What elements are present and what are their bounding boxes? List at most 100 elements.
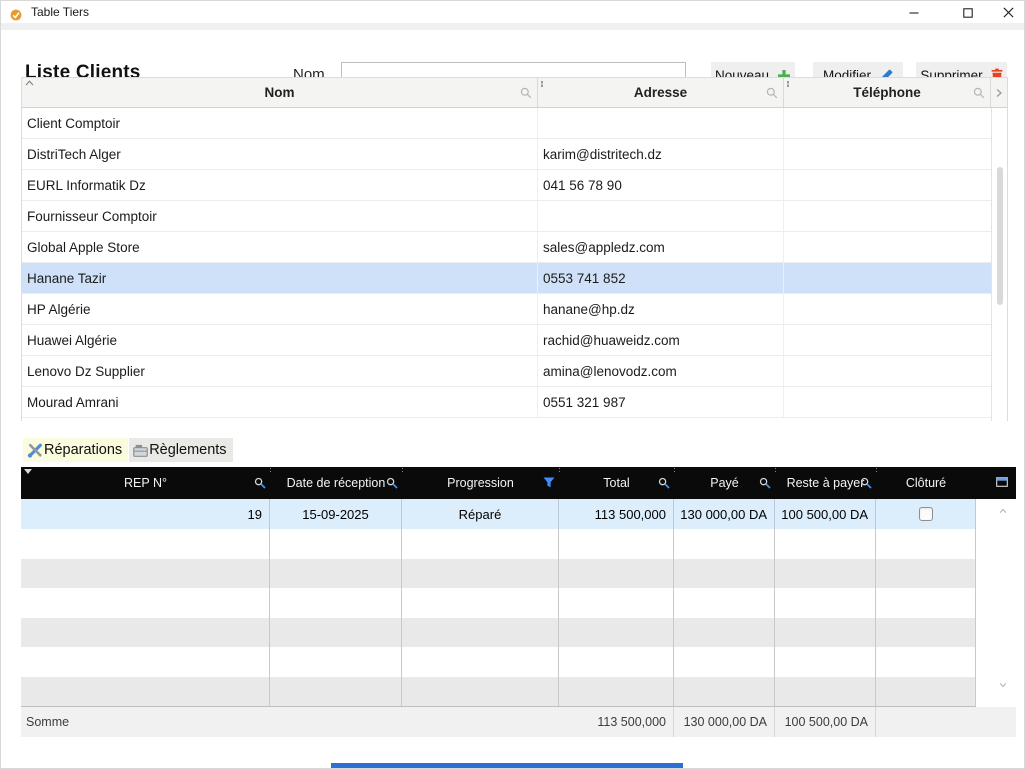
cell-telephone: [784, 325, 992, 355]
column-header-total[interactable]: Total: [559, 467, 674, 499]
minimize-button[interactable]: [897, 1, 931, 23]
toolbar: Liste Clients Nom Nouveau Modifier Suppr…: [1, 30, 1025, 77]
column-header-cloture[interactable]: Clôturé: [876, 467, 976, 499]
search-column-icon[interactable]: [658, 477, 670, 489]
cell-rep-no: 19: [21, 499, 270, 529]
app-icon: [10, 6, 22, 24]
column-header-progression-label: Progression: [447, 476, 514, 490]
empty-row: [21, 559, 1016, 588]
table-row[interactable]: DistriTech Alger karim@distritech.dz: [22, 139, 1007, 170]
app-window: Table Tiers Liste Clients Nom Nouveau Mo…: [0, 0, 1025, 769]
table-row[interactable]: Huawei Algérie rachid@huaweidz.com: [22, 325, 1007, 356]
cell-cloture: [876, 499, 976, 529]
cell-nom: Lenovo Dz Supplier: [22, 356, 538, 386]
repair-row-selected[interactable]: 19 15-09-2025 Réparé 113 500,000 130 000…: [21, 499, 1016, 529]
cell-telephone: [784, 294, 992, 324]
cell-adresse: karim@distritech.dz: [538, 139, 784, 169]
table-row[interactable]: Client Comptoir: [22, 108, 1007, 139]
tab-reglements[interactable]: Règlements: [129, 438, 232, 462]
column-header-total-label: Total: [603, 476, 629, 490]
empty-row: [21, 588, 1016, 618]
column-header-reste-label: Reste à payer: [787, 476, 865, 490]
close-button[interactable]: [991, 1, 1025, 23]
search-column-icon[interactable]: [759, 477, 771, 489]
column-header-adresse[interactable]: Adresse: [538, 78, 784, 107]
filter-funnel-icon[interactable]: [543, 477, 555, 488]
column-chooser-cell[interactable]: [976, 467, 1016, 499]
title-bar: Table Tiers: [1, 1, 1025, 23]
column-header-nom[interactable]: Nom: [22, 78, 538, 107]
scroll-up-icon[interactable]: [999, 506, 1007, 516]
table-row[interactable]: Global Apple Store sales@appledz.com: [22, 232, 1007, 263]
column-header-paye[interactable]: Payé: [674, 467, 775, 499]
cell-adresse: 041 56 78 90: [538, 170, 784, 200]
column-header-progression[interactable]: Progression: [402, 467, 559, 499]
next-column-button[interactable]: [991, 78, 1007, 107]
column-header-reste[interactable]: Reste à payer: [775, 467, 876, 499]
clients-table-header: Nom Adresse Téléphone: [22, 78, 1007, 108]
vertical-scrollbar[interactable]: [976, 499, 1016, 707]
cash-register-icon: [133, 444, 148, 457]
maximize-button[interactable]: [951, 1, 985, 23]
cell-telephone: [784, 139, 992, 169]
table-row[interactable]: Lenovo Dz Supplier amina@lenovodz.com: [22, 356, 1007, 387]
column-divider-dots: [270, 468, 271, 469]
column-divider-dots: [674, 468, 675, 469]
column-divider-dots: [775, 468, 776, 469]
cell-paye: 130 000,00 DA: [674, 499, 775, 529]
tab-reglements-label: Règlements: [149, 442, 226, 458]
titlebar-divider: [1, 23, 1025, 30]
cloture-checkbox[interactable]: [919, 507, 933, 521]
cell-nom: Client Comptoir: [22, 108, 538, 138]
cell-total: 113 500,000: [559, 499, 674, 529]
column-header-paye-label: Payé: [710, 476, 739, 490]
cell-adresse: 0553 741 852: [538, 263, 784, 293]
search-column-icon[interactable]: [520, 87, 532, 99]
table-row[interactable]: EURL Informatik Dz 041 56 78 90: [22, 170, 1007, 201]
summary-paye: 130 000,00 DA: [674, 707, 775, 737]
cell-nom: Mourad Amrani: [22, 387, 538, 417]
scroll-down-icon[interactable]: [999, 680, 1007, 690]
window-title: Table Tiers: [31, 5, 89, 19]
empty-row: [21, 647, 1016, 677]
column-divider-dots: [402, 468, 403, 469]
table-row-selected[interactable]: Hanane Tazir 0553 741 852: [22, 263, 1007, 294]
cell-nom: DistriTech Alger: [22, 139, 538, 169]
search-column-icon[interactable]: [973, 87, 985, 99]
cell-nom: EURL Informatik Dz: [22, 170, 538, 200]
vertical-scrollbar[interactable]: [991, 108, 1007, 421]
column-header-rep-no-label: REP N°: [124, 476, 167, 490]
search-column-icon[interactable]: [860, 477, 872, 489]
column-header-cloture-label: Clôturé: [906, 476, 946, 490]
cell-nom: HP Algérie: [22, 294, 538, 324]
cell-telephone: [784, 108, 992, 138]
column-header-nom-label: Nom: [265, 85, 295, 100]
table-row[interactable]: Fournisseur Comptoir: [22, 201, 1007, 232]
cell-adresse: 0551 321 987: [538, 387, 784, 417]
search-column-icon[interactable]: [386, 477, 398, 489]
empty-row: [21, 618, 1016, 647]
column-header-telephone[interactable]: Téléphone: [784, 78, 991, 107]
table-row[interactable]: HP Algérie hanane@hp.dz: [22, 294, 1007, 325]
cell-nom: Hanane Tazir: [22, 263, 538, 293]
table-row[interactable]: Mourad Amrani 0551 321 987: [22, 387, 1007, 418]
column-drag-handle: [787, 81, 789, 83]
cell-adresse: amina@lenovodz.com: [538, 356, 784, 386]
column-header-rep-no[interactable]: REP N°: [21, 467, 270, 499]
column-header-telephone-label: Téléphone: [853, 85, 921, 100]
cell-telephone: [784, 201, 992, 231]
chevron-right-icon: [995, 88, 1003, 98]
cell-telephone: [784, 263, 992, 293]
tab-reparations[interactable]: Réparations: [23, 438, 128, 462]
cell-reste-a-payer: 100 500,00 DA: [775, 499, 876, 529]
search-column-icon[interactable]: [766, 87, 778, 99]
scrollbar-thumb[interactable]: [997, 167, 1003, 305]
clients-table: Nom Adresse Téléphone Client Comptoir: [21, 77, 1008, 421]
cell-telephone: [784, 387, 992, 417]
search-column-icon[interactable]: [254, 477, 266, 489]
empty-row: [21, 677, 1016, 706]
summary-row: Somme 113 500,000 130 000,00 DA 100 500,…: [21, 706, 1016, 737]
detail-tabs: Réparations Règlements: [23, 438, 233, 462]
column-header-date-reception[interactable]: Date de réception: [270, 467, 402, 499]
summary-total: 113 500,000: [559, 707, 674, 737]
